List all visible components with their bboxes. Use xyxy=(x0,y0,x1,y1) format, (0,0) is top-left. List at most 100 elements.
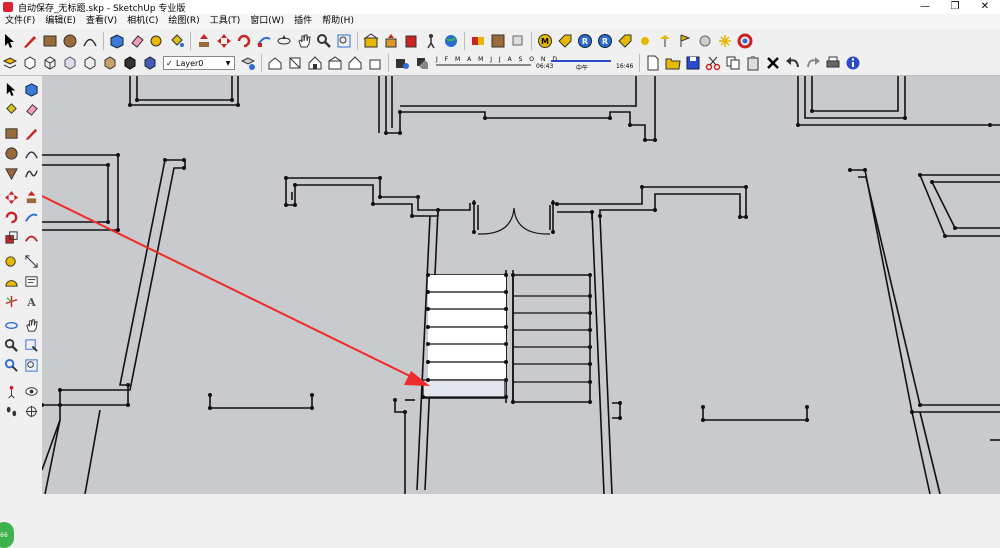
shadow-time-slider[interactable]: J F M A M J J A S O N D 06:43 中午 16:46 xyxy=(436,54,636,72)
left-walk-button[interactable] xyxy=(2,402,20,420)
plugin-sphere-button[interactable] xyxy=(696,32,714,50)
arc-tool-button[interactable] xyxy=(81,32,99,50)
copy-button[interactable] xyxy=(724,54,742,72)
left-freehand-button[interactable] xyxy=(22,164,40,182)
left-text-button[interactable] xyxy=(22,272,40,290)
left-dimension-button[interactable] xyxy=(22,252,40,270)
plugin-tag2-button[interactable] xyxy=(616,32,634,50)
left-scale-button[interactable] xyxy=(2,228,20,246)
left-move-button[interactable] xyxy=(2,188,20,206)
tape-measure-button[interactable] xyxy=(148,32,166,50)
month-slider-track[interactable] xyxy=(436,64,531,66)
move-tool-button[interactable] xyxy=(215,32,233,50)
orbit-tool-button[interactable] xyxy=(275,32,293,50)
paint-bucket-button[interactable] xyxy=(168,32,186,50)
maximize-button[interactable]: ❐ xyxy=(940,0,970,14)
left-axes-button[interactable] xyxy=(2,292,20,310)
left-component-button[interactable] xyxy=(22,80,40,98)
save-button[interactable] xyxy=(684,54,702,72)
close-button[interactable]: ✕ xyxy=(970,0,1000,14)
iso-house-button[interactable] xyxy=(266,54,284,72)
cut-button[interactable] xyxy=(704,54,722,72)
menu-edit[interactable]: 编辑(E) xyxy=(40,14,81,29)
plugin-lamp-button[interactable] xyxy=(656,32,674,50)
textured-button[interactable] xyxy=(121,54,139,72)
hidden-line-button[interactable] xyxy=(81,54,99,72)
left-orbit-button[interactable] xyxy=(2,316,20,334)
layer-info-button[interactable] xyxy=(239,54,257,72)
left-circle-button[interactable] xyxy=(2,144,20,162)
print-button[interactable] xyxy=(824,54,842,72)
left-protractor-button[interactable] xyxy=(2,272,20,290)
plugin-rainbow-button[interactable] xyxy=(736,32,754,50)
shaded-button[interactable] xyxy=(101,54,119,72)
wireframe-button[interactable] xyxy=(41,54,59,72)
redo-button[interactable] xyxy=(804,54,822,72)
display-shadows-button[interactable] xyxy=(413,54,431,72)
left-position-camera-button[interactable] xyxy=(2,382,20,400)
plugin-r2-button[interactable]: R xyxy=(596,32,614,50)
model-info-button[interactable] xyxy=(844,54,862,72)
menu-help[interactable]: 帮助(H) xyxy=(317,14,359,29)
minimize-button[interactable]: — xyxy=(910,0,940,14)
left-eraser-button[interactable] xyxy=(22,100,40,118)
right-view-button[interactable] xyxy=(326,54,344,72)
plugin-fx-button[interactable] xyxy=(716,32,734,50)
floor-plan-drawing[interactable] xyxy=(42,76,1000,494)
left-offset-button[interactable] xyxy=(22,228,40,246)
pan-tool-button[interactable] xyxy=(295,32,313,50)
undo-button[interactable] xyxy=(784,54,802,72)
rotate-tool-button[interactable] xyxy=(235,32,253,50)
open-file-button[interactable] xyxy=(664,54,682,72)
left-line-button[interactable] xyxy=(22,124,40,142)
zoom-tool-button[interactable] xyxy=(315,32,333,50)
select-tool-button[interactable] xyxy=(1,32,19,50)
zoom-extents-button[interactable] xyxy=(335,32,353,50)
layer-manager-button[interactable] xyxy=(1,54,19,72)
time-slider-track[interactable] xyxy=(551,60,611,62)
model-viewport[interactable] xyxy=(42,76,1000,494)
layer-dropdown[interactable]: ✓ Layer0 ▼ xyxy=(163,56,235,70)
paste-button[interactable] xyxy=(744,54,762,72)
top-view-button[interactable] xyxy=(286,54,304,72)
menu-draw[interactable]: 绘图(R) xyxy=(163,14,204,29)
plugin-r1-button[interactable]: R xyxy=(576,32,594,50)
left-rectangle-button[interactable] xyxy=(2,124,20,142)
styles-button[interactable] xyxy=(489,32,507,50)
follow-me-button[interactable] xyxy=(255,32,273,50)
menu-camera[interactable]: 相机(C) xyxy=(122,14,163,29)
share-model-button[interactable] xyxy=(382,32,400,50)
xray-button[interactable] xyxy=(61,54,79,72)
menu-tools[interactable]: 工具(T) xyxy=(205,14,246,29)
left-arc-button[interactable] xyxy=(22,144,40,162)
eraser-tool-button[interactable] xyxy=(128,32,146,50)
monochrome-button[interactable] xyxy=(141,54,159,72)
menu-window[interactable]: 窗口(W) xyxy=(245,14,289,29)
menu-plugins[interactable]: 插件 xyxy=(289,14,317,29)
menu-view[interactable]: 查看(V) xyxy=(81,14,122,29)
delete-button[interactable] xyxy=(764,54,782,72)
make-component-button[interactable] xyxy=(108,32,126,50)
left-polygon-button[interactable] xyxy=(2,164,20,182)
left-pan-button[interactable] xyxy=(22,316,40,334)
line-tool-button[interactable] xyxy=(21,32,39,50)
left-paint-button[interactable] xyxy=(2,100,20,118)
push-pull-button[interactable] xyxy=(195,32,213,50)
materials-button[interactable] xyxy=(469,32,487,50)
walk-tool-button[interactable] xyxy=(422,32,440,50)
left-tape-button[interactable] xyxy=(2,252,20,270)
left-look-around-button[interactable] xyxy=(22,382,40,400)
plugin-m-button[interactable]: M xyxy=(536,32,554,50)
left-3d-text-button[interactable]: A xyxy=(22,292,40,310)
plugin-flag-button[interactable] xyxy=(676,32,694,50)
back-view-button[interactable] xyxy=(346,54,364,72)
left-zoom-button[interactable] xyxy=(2,336,20,354)
left-zoom-extents-button[interactable] xyxy=(22,356,40,374)
front-view-button[interactable] xyxy=(306,54,324,72)
plugin-tag-button[interactable] xyxy=(556,32,574,50)
left-follow-me-button[interactable] xyxy=(22,208,40,226)
left-previous-button[interactable] xyxy=(2,356,20,374)
rectangle-tool-button[interactable] xyxy=(41,32,59,50)
extension-warehouse-button[interactable] xyxy=(402,32,420,50)
iso-view-button[interactable] xyxy=(21,54,39,72)
